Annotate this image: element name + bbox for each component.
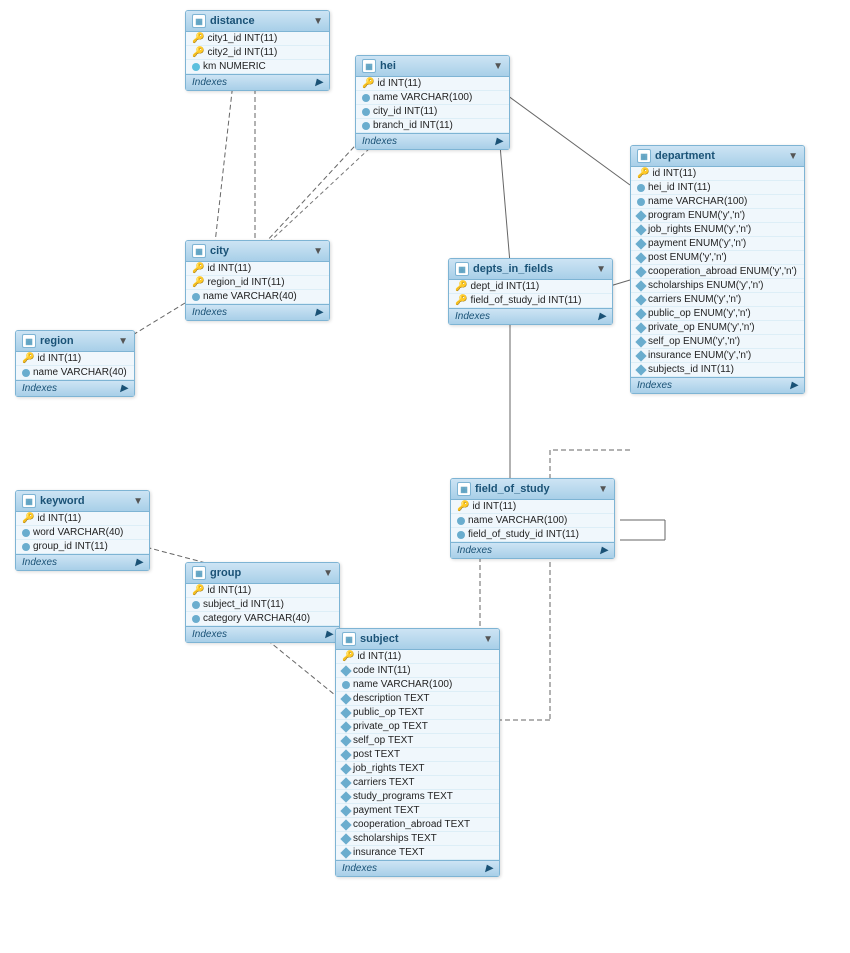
table-city: ▦ city ▼ 🔑 id INT(11) 🔑 region_id INT(11…	[185, 240, 330, 321]
depts-deptid-key: 🔑	[455, 281, 467, 292]
keyword-id-key: 🔑	[22, 513, 34, 524]
table-depts-icon: ▦	[455, 262, 469, 276]
table-keyword-icon: ▦	[22, 494, 36, 508]
hei-cityid-icon	[362, 108, 370, 116]
table-city-header[interactable]: ▦ city ▼	[186, 241, 329, 262]
distance-field-city2: 🔑 city2_id INT(11)	[186, 46, 329, 60]
table-depts-in-fields: ▦ depts_in_fields ▼ 🔑 dept_id INT(11) 🔑 …	[448, 258, 613, 325]
table-fos-name: field_of_study	[475, 483, 550, 495]
group-id-key: 🔑	[192, 585, 204, 596]
table-group-name: group	[210, 567, 241, 579]
distance-field-city1: 🔑 city1_id INT(11)	[186, 32, 329, 46]
table-fos-header[interactable]: ▦ field_of_study ▼	[451, 479, 614, 500]
table-distance-name: distance	[210, 15, 255, 27]
table-subject-name: subject	[360, 633, 399, 645]
table-keyword: ▦ keyword ▼ 🔑 id INT(11) word VARCHAR(40…	[15, 490, 150, 571]
table-group-header[interactable]: ▦ group ▼	[186, 563, 339, 584]
table-hei-header[interactable]: ▦ hei ▼	[356, 56, 509, 77]
table-group-footer[interactable]: Indexes ▶	[186, 626, 339, 642]
table-fos-chevron[interactable]: ▼	[598, 484, 608, 495]
table-fos-footer[interactable]: Indexes ▶	[451, 542, 614, 558]
table-hei: ▦ hei ▼ 🔑 id INT(11) name VARCHAR(100) c…	[355, 55, 510, 150]
table-city-icon: ▦	[192, 244, 206, 258]
table-distance-header[interactable]: ▦ distance ▼	[186, 11, 329, 32]
table-distance: ▦ distance ▼ 🔑 city1_id INT(11) 🔑 city2_…	[185, 10, 330, 91]
hei-field-city-id: city_id INT(11)	[356, 105, 509, 119]
table-distance-footer[interactable]: Indexes ▶	[186, 74, 329, 90]
table-depts-footer[interactable]: Indexes ▶	[449, 308, 612, 324]
table-department-icon: ▦	[637, 149, 651, 163]
table-region-chevron[interactable]: ▼	[118, 336, 128, 347]
table-subject-icon: ▦	[342, 632, 356, 646]
table-group: ▦ group ▼ 🔑 id INT(11) subject_id INT(11…	[185, 562, 340, 643]
city-regionid-key: 🔑	[192, 277, 204, 288]
dept-id-key: 🔑	[637, 168, 649, 179]
city-id-key: 🔑	[192, 263, 204, 274]
table-city-name: city	[210, 245, 229, 257]
table-subject-footer[interactable]: Indexes ▶	[336, 860, 499, 876]
table-depts-in-fields-header[interactable]: ▦ depts_in_fields ▼	[449, 259, 612, 280]
diagram-container: ▦ distance ▼ 🔑 city1_id INT(11) 🔑 city2_…	[0, 0, 850, 953]
hei-id-key-icon: 🔑	[362, 78, 374, 89]
table-keyword-name: keyword	[40, 495, 85, 507]
table-region-footer[interactable]: Indexes ▶	[16, 380, 134, 396]
table-department: ▦ department ▼ 🔑 id INT(11) hei_id INT(1…	[630, 145, 805, 394]
region-id-key: 🔑	[22, 353, 34, 364]
table-department-footer[interactable]: Indexes ▶	[631, 377, 804, 393]
distance-city1-key-icon: 🔑	[192, 33, 204, 44]
table-city-footer[interactable]: Indexes ▶	[186, 304, 329, 320]
table-subject: ▦ subject ▼ 🔑 id INT(11) code INT(11) na…	[335, 628, 500, 877]
table-distance-chevron[interactable]: ▼	[313, 16, 323, 27]
table-department-header[interactable]: ▦ department ▼	[631, 146, 804, 167]
table-group-icon: ▦	[192, 566, 206, 580]
hei-branchid-icon	[362, 122, 370, 130]
subject-id-key: 🔑	[342, 651, 354, 662]
table-subject-chevron[interactable]: ▼	[483, 634, 493, 645]
table-subject-header[interactable]: ▦ subject ▼	[336, 629, 499, 650]
table-fos-icon: ▦	[457, 482, 471, 496]
table-keyword-header[interactable]: ▦ keyword ▼	[16, 491, 149, 512]
table-hei-icon: ▦	[362, 59, 376, 73]
table-city-chevron[interactable]: ▼	[313, 246, 323, 257]
table-group-chevron[interactable]: ▼	[323, 568, 333, 579]
table-region-header[interactable]: ▦ region ▼	[16, 331, 134, 352]
table-region: ▦ region ▼ 🔑 id INT(11) name VARCHAR(40)…	[15, 330, 135, 397]
table-hei-footer[interactable]: Indexes ▶	[356, 133, 509, 149]
fos-id-key: 🔑	[457, 501, 469, 512]
table-depts-name: depts_in_fields	[473, 263, 553, 275]
table-distance-icon: ▦	[192, 14, 206, 28]
distance-city2-key-icon: 🔑	[192, 47, 204, 58]
table-field-of-study: ▦ field_of_study ▼ 🔑 id INT(11) name VAR…	[450, 478, 615, 559]
table-region-icon: ▦	[22, 334, 36, 348]
table-department-name: department	[655, 150, 715, 162]
hei-field-name: name VARCHAR(100)	[356, 91, 509, 105]
table-depts-chevron[interactable]: ▼	[596, 264, 606, 275]
table-hei-chevron[interactable]: ▼	[493, 61, 503, 72]
table-keyword-chevron[interactable]: ▼	[133, 496, 143, 507]
table-region-name: region	[40, 335, 74, 347]
hei-field-branch-id: branch_id INT(11)	[356, 119, 509, 133]
depts-fosid-key: 🔑	[455, 295, 467, 306]
distance-km-icon	[192, 63, 200, 71]
table-keyword-footer[interactable]: Indexes ▶	[16, 554, 149, 570]
hei-field-id: 🔑 id INT(11)	[356, 77, 509, 91]
table-department-chevron[interactable]: ▼	[788, 151, 798, 162]
hei-name-icon	[362, 94, 370, 102]
distance-field-km: km NUMERIC	[186, 60, 329, 74]
table-hei-name: hei	[380, 60, 396, 72]
